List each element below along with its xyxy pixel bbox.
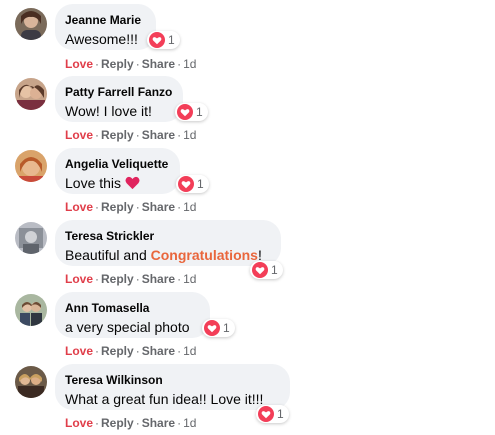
timestamp[interactable]: 1d	[183, 200, 196, 214]
heart-icon	[149, 32, 165, 48]
share-link[interactable]: Share	[142, 344, 175, 358]
reply-link[interactable]: Reply	[101, 272, 134, 286]
love-link[interactable]: Love	[65, 200, 93, 214]
timestamp[interactable]: 1d	[183, 416, 196, 430]
separator: ·	[95, 344, 100, 358]
reply-link[interactable]: Reply	[101, 128, 134, 142]
comment-text-before: Beautiful and	[65, 247, 151, 263]
separator: ·	[95, 416, 100, 430]
comment-text: Beautiful and Congratulations!	[65, 245, 269, 265]
commenter-name[interactable]: Patty Farrell Fanzo	[65, 84, 172, 100]
separator: ·	[95, 128, 100, 142]
comment-bubble: Teresa Wilkinson What a great fun idea!!…	[55, 364, 290, 410]
reaction-badge[interactable]: 1	[250, 261, 283, 279]
reaction-count: 1	[271, 263, 278, 277]
avatar[interactable]	[15, 294, 47, 326]
avatar[interactable]	[15, 366, 47, 398]
separator: ·	[177, 200, 182, 214]
separator: ·	[95, 57, 100, 71]
timestamp[interactable]: 1d	[183, 57, 196, 71]
reaction-count: 1	[277, 407, 284, 421]
love-link[interactable]: Love	[65, 272, 93, 286]
separator: ·	[135, 128, 140, 142]
comment-actions: Love · Reply · Share · 1d	[65, 199, 196, 215]
commenter-name[interactable]: Angelia Veliquette	[65, 156, 168, 172]
comment-text: Awesome!!!	[65, 31, 138, 47]
comment-bubble: Patty Farrell Fanzo Wow! I love it!	[55, 76, 183, 122]
comment-actions: Love · Reply · Share · 1d	[65, 271, 196, 287]
share-link[interactable]: Share	[142, 128, 175, 142]
separator: ·	[95, 272, 100, 286]
separator: ·	[135, 200, 140, 214]
heart-icon	[258, 406, 274, 422]
highlighted-word: Congratulations	[150, 247, 258, 263]
separator: ·	[177, 416, 182, 430]
share-link[interactable]: Share	[142, 57, 175, 71]
love-link[interactable]: Love	[65, 344, 93, 358]
separator: ·	[177, 272, 182, 286]
share-link[interactable]: Share	[142, 200, 175, 214]
reaction-badge[interactable]: 1	[256, 405, 289, 423]
avatar[interactable]	[15, 222, 47, 254]
commenter-name[interactable]: Teresa Strickler	[65, 228, 269, 244]
separator: ·	[135, 57, 140, 71]
reaction-count: 1	[197, 177, 204, 191]
reply-link[interactable]: Reply	[101, 57, 134, 71]
separator: ·	[135, 272, 140, 286]
comment-bubble: Angelia Veliquette Love this	[55, 148, 180, 194]
heart-icon	[177, 104, 193, 120]
comment-text-content: Love this	[65, 175, 122, 191]
separator: ·	[135, 344, 140, 358]
heart-icon	[252, 262, 268, 278]
share-link[interactable]: Share	[142, 272, 175, 286]
separator: ·	[177, 57, 182, 71]
red-heart-emoji	[125, 176, 140, 190]
comment-text: What a great fun idea!! Love it!!!	[65, 391, 264, 407]
comment-actions: Love · Reply · Share · 1d	[65, 56, 196, 72]
avatar[interactable]	[15, 78, 47, 110]
comment-bubble: Teresa Strickler Beautiful and Congratul…	[55, 220, 281, 266]
reply-link[interactable]: Reply	[101, 416, 134, 430]
reaction-count: 1	[223, 321, 230, 335]
commenter-name[interactable]: Teresa Wilkinson	[65, 372, 278, 388]
separator: ·	[177, 128, 182, 142]
separator: ·	[95, 200, 100, 214]
avatar[interactable]	[15, 150, 47, 182]
love-link[interactable]: Love	[65, 128, 93, 142]
separator: ·	[135, 416, 140, 430]
avatar[interactable]	[15, 8, 47, 40]
comment-bubble: Jeanne Marie Awesome!!!	[55, 4, 156, 50]
timestamp[interactable]: 1d	[183, 128, 196, 142]
reaction-badge[interactable]: 1	[176, 175, 209, 193]
reaction-badge[interactable]: 1	[147, 31, 180, 49]
reaction-count: 1	[168, 33, 175, 47]
love-link[interactable]: Love	[65, 57, 93, 71]
reaction-count: 1	[196, 105, 203, 119]
timestamp[interactable]: 1d	[183, 272, 196, 286]
reaction-badge[interactable]: 1	[175, 103, 208, 121]
comment-text: Wow! I love it!	[65, 103, 152, 119]
timestamp[interactable]: 1d	[183, 344, 196, 358]
reply-link[interactable]: Reply	[101, 344, 134, 358]
reaction-badge[interactable]: 1	[202, 319, 235, 337]
heart-icon	[178, 176, 194, 192]
comment-text: a very special photo	[65, 319, 190, 335]
comment-actions: Love · Reply · Share · 1d	[65, 127, 196, 143]
separator: ·	[177, 344, 182, 358]
reply-link[interactable]: Reply	[101, 200, 134, 214]
comment-actions: Love · Reply · Share · 1d	[65, 343, 196, 359]
comment-text: Love this	[65, 173, 168, 193]
commenter-name[interactable]: Ann Tomasella	[65, 300, 198, 316]
commenter-name[interactable]: Jeanne Marie	[65, 12, 144, 28]
love-link[interactable]: Love	[65, 416, 93, 430]
share-link[interactable]: Share	[142, 416, 175, 430]
comment-actions: Love · Reply · Share · 1d	[65, 415, 196, 431]
comment-bubble: Ann Tomasella a very special photo	[55, 292, 210, 338]
heart-icon	[204, 320, 220, 336]
